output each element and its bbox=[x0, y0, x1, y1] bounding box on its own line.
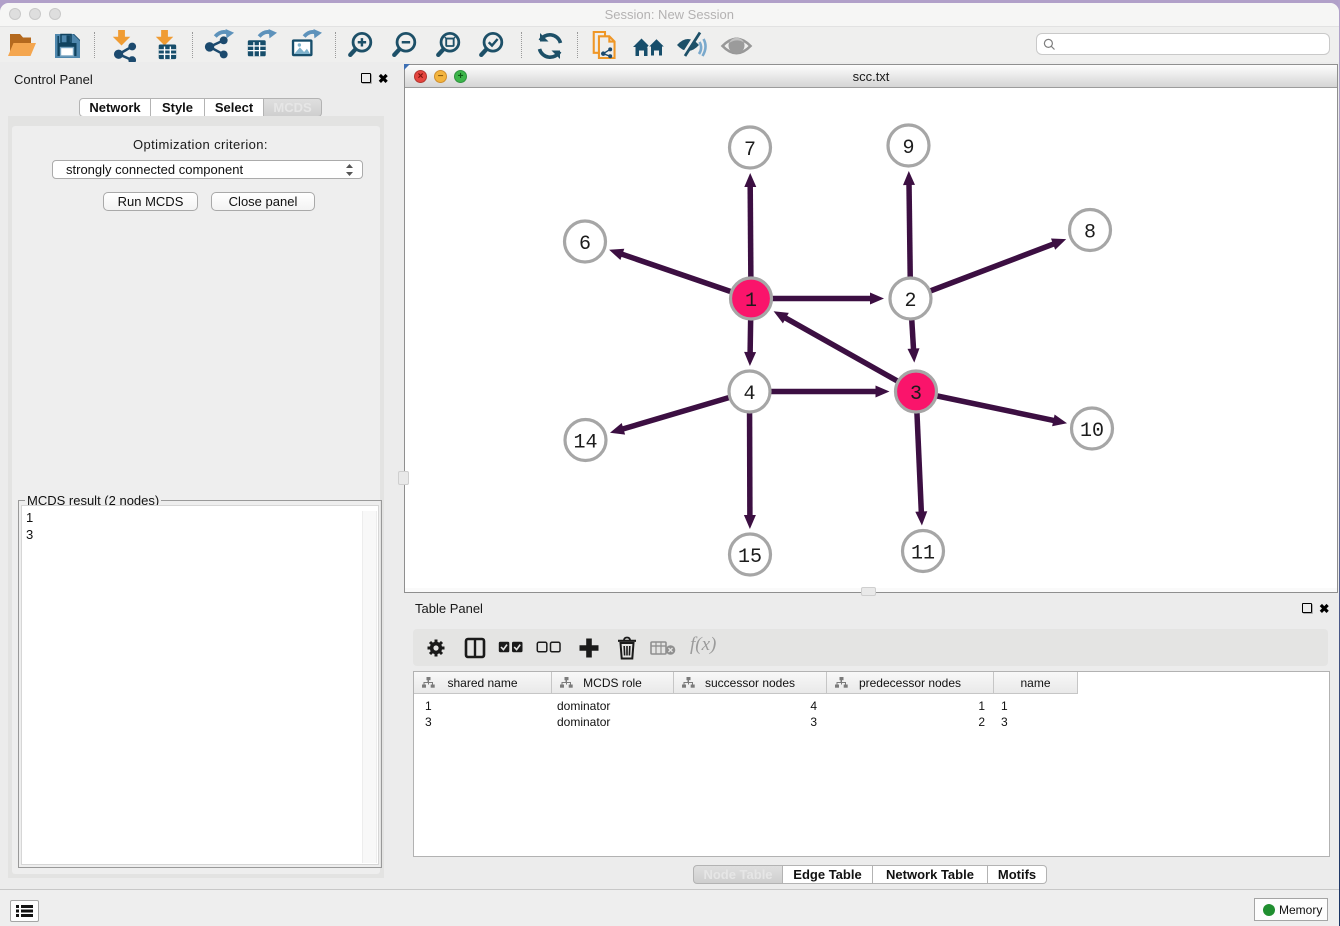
svg-text:10: 10 bbox=[1080, 420, 1104, 443]
svg-text:2: 2 bbox=[904, 290, 916, 313]
svg-text:15: 15 bbox=[738, 546, 762, 569]
svg-text:3: 3 bbox=[910, 383, 922, 406]
svg-text:11: 11 bbox=[911, 543, 935, 566]
svg-text:9: 9 bbox=[902, 137, 914, 160]
svg-text:6: 6 bbox=[579, 233, 591, 256]
svg-text:4: 4 bbox=[743, 383, 755, 406]
svg-text:1: 1 bbox=[745, 290, 757, 313]
svg-text:7: 7 bbox=[744, 139, 756, 162]
svg-text:14: 14 bbox=[573, 432, 597, 455]
svg-text:8: 8 bbox=[1084, 222, 1096, 245]
